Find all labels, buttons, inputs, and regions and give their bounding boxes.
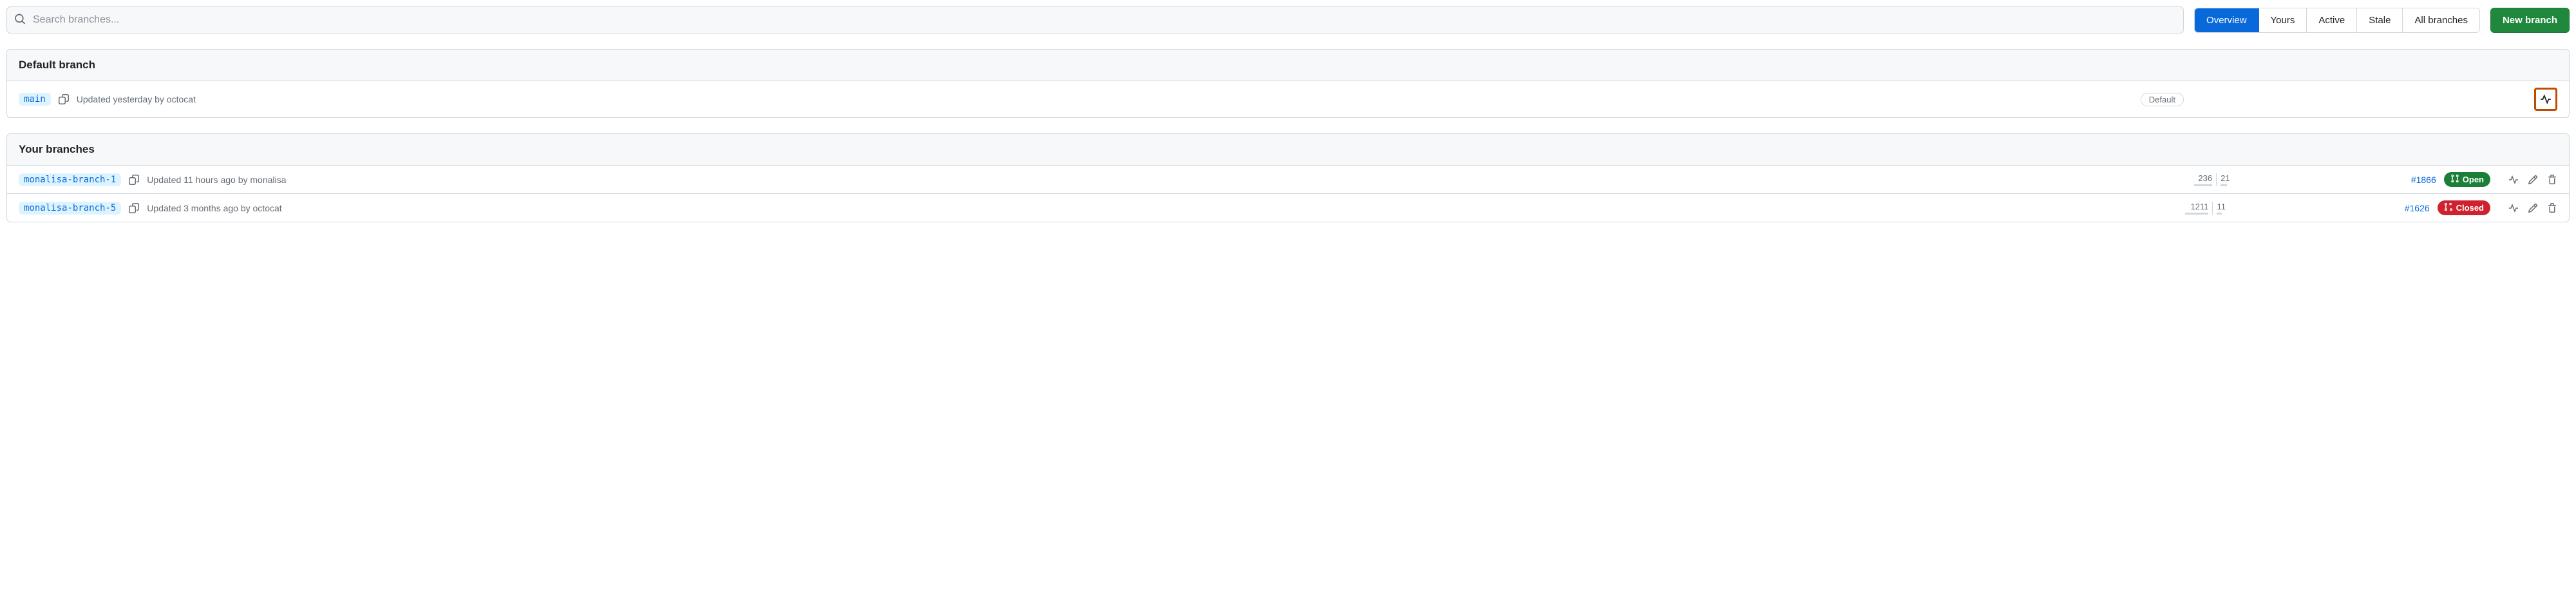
status-text: Open xyxy=(2463,175,2484,184)
ahead-count: 21 xyxy=(2221,173,2230,183)
activity-highlight xyxy=(2534,88,2557,111)
delete-icon[interactable] xyxy=(2547,175,2557,185)
branch-name[interactable]: main xyxy=(19,93,51,106)
default-branch-panel: Default branch main Updated yesterday by… xyxy=(6,49,2570,118)
behind-count: 1211 xyxy=(2191,202,2209,211)
ahead-count: 11 xyxy=(2217,202,2226,211)
tab-active[interactable]: Active xyxy=(2307,8,2357,32)
search-icon xyxy=(14,14,26,27)
activity-icon[interactable] xyxy=(2540,93,2552,105)
default-badge: Default xyxy=(2141,93,2184,106)
ahead-behind: 236 21 xyxy=(2183,173,2241,186)
activity-icon[interactable] xyxy=(2508,203,2519,213)
new-branch-button[interactable]: New branch xyxy=(2490,8,2570,33)
pr-link[interactable]: #1626 xyxy=(2405,203,2430,213)
updated-text: Updated 3 months ago by octocat xyxy=(147,203,281,213)
tab-overview[interactable]: Overview xyxy=(2195,8,2259,32)
rename-icon[interactable] xyxy=(2528,203,2538,213)
behind-count: 236 xyxy=(2198,173,2212,183)
status-badge[interactable]: Open xyxy=(2444,172,2490,187)
panel-title-yours: Your branches xyxy=(7,134,2569,166)
git-pull-request-icon xyxy=(2444,202,2453,213)
panel-title-default: Default branch xyxy=(7,50,2569,81)
branch-row: monalisa-branch-1 Updated 11 hours ago by… xyxy=(7,166,2569,194)
branch-row-default: main Updated yesterday by octocat Defaul… xyxy=(7,81,2569,117)
branch-tabs: Overview Yours Active Stale All branches xyxy=(2194,8,2480,33)
updated-text: Updated 11 hours ago by monalisa xyxy=(147,175,286,185)
ahead-behind: 1211 11 xyxy=(2177,202,2235,215)
branch-row: monalisa-branch-5 Updated 3 months ago by… xyxy=(7,194,2569,222)
search-input[interactable] xyxy=(6,6,2184,34)
your-branches-panel: Your branches monalisa-branch-1 Updated 1… xyxy=(6,133,2570,222)
tab-stale[interactable]: Stale xyxy=(2357,8,2403,32)
status-badge[interactable]: Closed xyxy=(2438,200,2490,215)
branch-name[interactable]: monalisa-branch-1 xyxy=(19,173,121,186)
pr-link[interactable]: #1866 xyxy=(2411,175,2436,185)
branch-name[interactable]: monalisa-branch-5 xyxy=(19,202,121,215)
copy-icon[interactable] xyxy=(59,94,69,104)
activity-icon[interactable] xyxy=(2508,175,2519,185)
copy-icon[interactable] xyxy=(129,203,139,213)
status-text: Closed xyxy=(2456,203,2484,213)
tab-all[interactable]: All branches xyxy=(2403,8,2479,32)
tab-yours[interactable]: Yours xyxy=(2259,8,2307,32)
git-pull-request-icon xyxy=(2450,174,2459,185)
delete-icon[interactable] xyxy=(2547,203,2557,213)
rename-icon[interactable] xyxy=(2528,175,2538,185)
updated-text: Updated yesterday by octocat xyxy=(77,94,196,104)
copy-icon[interactable] xyxy=(129,175,139,185)
